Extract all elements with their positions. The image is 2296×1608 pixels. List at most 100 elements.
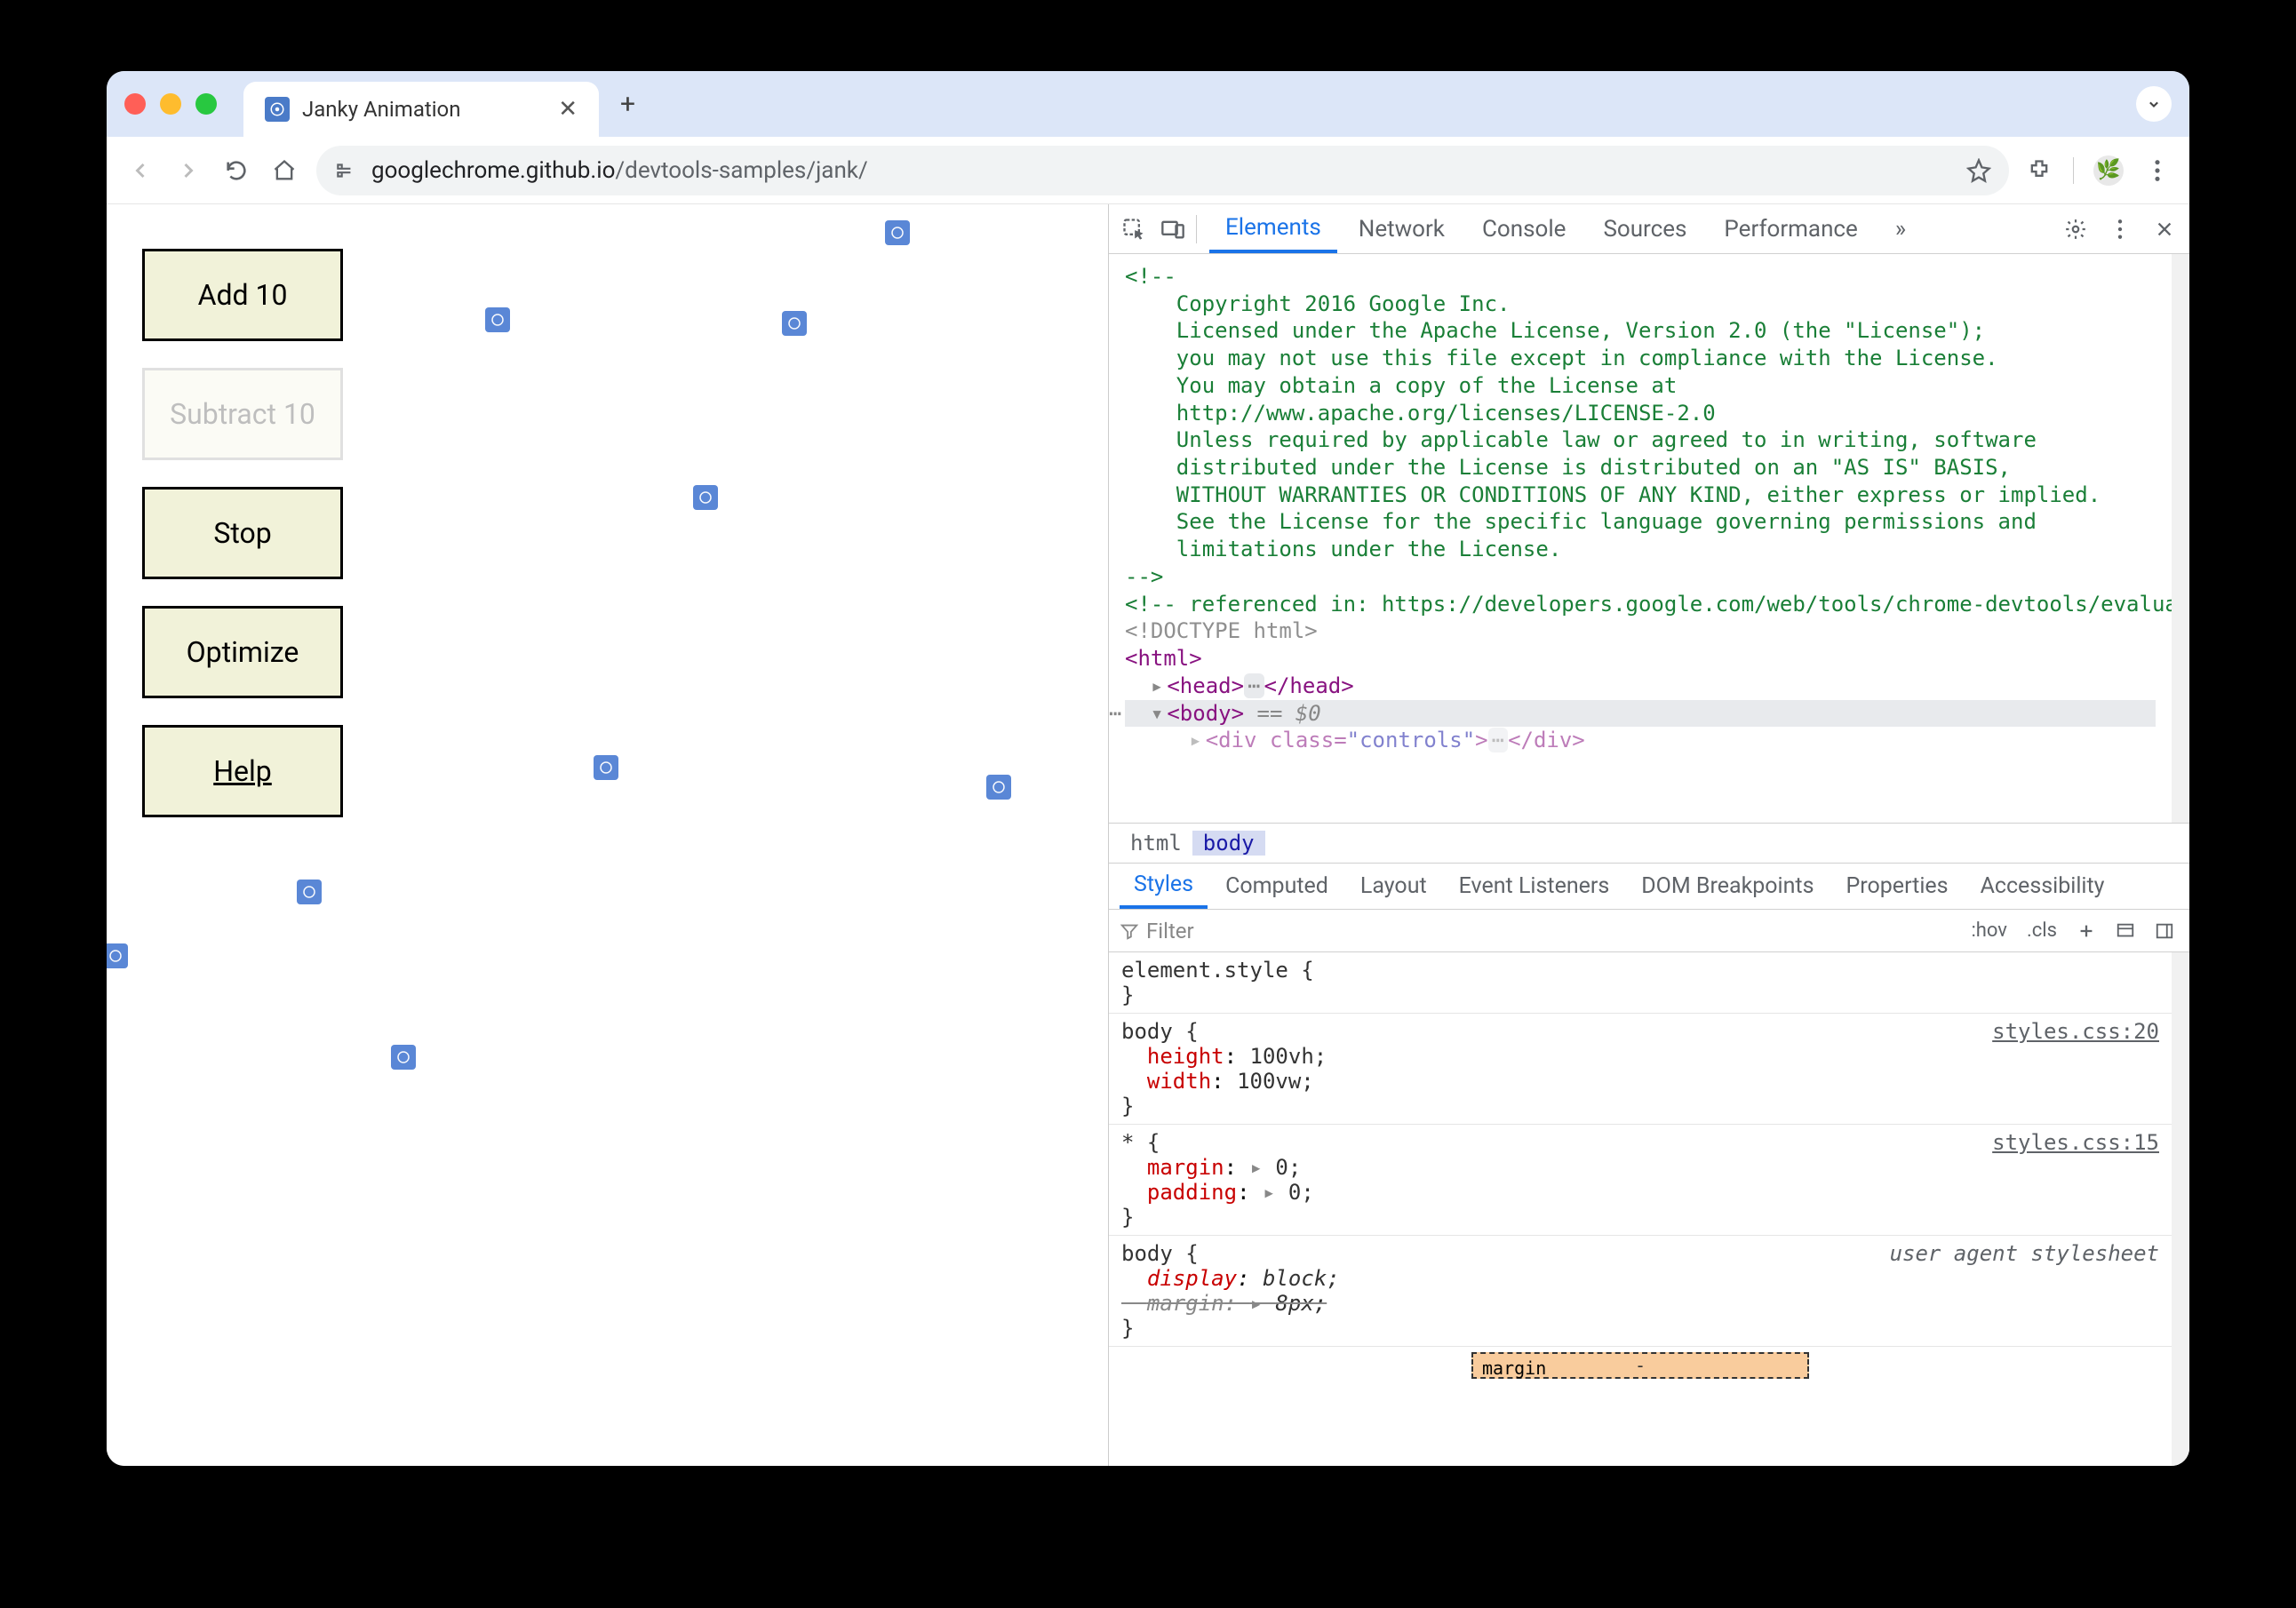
mover-sprite bbox=[485, 307, 510, 332]
titlebar: Janky Animation ✕ + bbox=[107, 71, 2189, 137]
new-tab-button[interactable]: + bbox=[620, 89, 635, 120]
devtools-tab-elements[interactable]: Elements bbox=[1209, 204, 1337, 253]
elements-breadcrumb: html body bbox=[1109, 823, 2189, 864]
reload-button[interactable] bbox=[220, 155, 252, 187]
subtab-layout[interactable]: Layout bbox=[1346, 864, 1441, 909]
cls-toggle[interactable]: .cls bbox=[2022, 919, 2061, 943]
computed-sidebar-icon[interactable] bbox=[2111, 917, 2140, 945]
filter-placeholder: Filter bbox=[1146, 919, 1194, 943]
window-controls bbox=[124, 93, 217, 115]
help-button[interactable]: Help bbox=[142, 725, 343, 817]
tabs-dropdown-button[interactable] bbox=[2136, 86, 2172, 122]
devtools-tab-sources[interactable]: Sources bbox=[1587, 204, 1702, 253]
mover-sprite bbox=[107, 943, 128, 968]
subtab-styles[interactable]: Styles bbox=[1120, 864, 1208, 909]
maximize-window-button[interactable] bbox=[195, 93, 217, 115]
elements-tree[interactable]: <!-- Copyright 2016 Google Inc. Licensed… bbox=[1109, 254, 2172, 823]
dom-comment: You may obtain a copy of the License at bbox=[1125, 372, 2156, 400]
dom-comment: Copyright 2016 Google Inc. bbox=[1125, 291, 2156, 318]
mover-sprite bbox=[885, 220, 910, 245]
ua-stylesheet-label: user agent stylesheet bbox=[1890, 1241, 2159, 1266]
devtools-tab-network[interactable]: Network bbox=[1343, 204, 1461, 253]
mover-sprite bbox=[986, 775, 1011, 800]
rule-element-style[interactable]: element.style { } bbox=[1109, 952, 2172, 1014]
dom-html-tag[interactable]: <html> bbox=[1125, 645, 2156, 673]
toolbar-right: 🌿 bbox=[2025, 155, 2172, 186]
styles-pane[interactable]: element.style { } styles.css:20 body { h… bbox=[1109, 952, 2172, 1466]
browser-window: Janky Animation ✕ + googlechrome.github.… bbox=[107, 71, 2189, 1466]
address-bar: googlechrome.github.io/devtools-samples/… bbox=[107, 137, 2189, 204]
tab-favicon bbox=[265, 97, 290, 122]
source-link[interactable]: styles.css:15 bbox=[1992, 1130, 2159, 1155]
rule-body-stylesheet[interactable]: styles.css:20 body { height: 100vh; widt… bbox=[1109, 1014, 2172, 1125]
dom-comment: distributed under the License is distrib… bbox=[1125, 454, 2156, 482]
url-input[interactable]: googlechrome.github.io/devtools-samples/… bbox=[316, 146, 2009, 195]
extensions-icon[interactable] bbox=[2025, 156, 2053, 185]
subtab-properties[interactable]: Properties bbox=[1832, 864, 1963, 909]
tab-title: Janky Animation bbox=[302, 97, 546, 122]
devtools-menu-icon[interactable] bbox=[2106, 215, 2134, 243]
styles-filter-bar: Filter :hov .cls bbox=[1109, 910, 2189, 952]
subtract-10-button[interactable]: Subtract 10 bbox=[142, 368, 343, 460]
rule-universal[interactable]: styles.css:15 * { margin: ▸ 0; padding: … bbox=[1109, 1125, 2172, 1236]
box-model-margin-label: margin bbox=[1482, 1357, 1546, 1379]
box-model-margin-top: - bbox=[1635, 1355, 1646, 1376]
filter-icon bbox=[1120, 921, 1139, 941]
browser-menu-icon[interactable] bbox=[2143, 156, 2172, 185]
dom-comment: limitations under the License. bbox=[1125, 536, 2156, 563]
new-style-rule-icon[interactable] bbox=[2072, 917, 2101, 945]
rule-user-agent-body[interactable]: user agent stylesheet body { display: bl… bbox=[1109, 1236, 2172, 1347]
subtab-accessibility[interactable]: Accessibility bbox=[1966, 864, 2119, 909]
dom-comment: you may not use this file except in comp… bbox=[1125, 345, 2156, 372]
mover-sprite bbox=[693, 485, 718, 510]
home-button[interactable] bbox=[268, 155, 300, 187]
toggle-sidebar-icon[interactable] bbox=[2150, 917, 2179, 945]
breadcrumb-body[interactable]: body bbox=[1192, 831, 1265, 856]
mover-sprite bbox=[297, 880, 322, 904]
dom-comment: WITHOUT WARRANTIES OR CONDITIONS OF ANY … bbox=[1125, 482, 2156, 509]
minimize-window-button[interactable] bbox=[160, 93, 181, 115]
browser-tab[interactable]: Janky Animation ✕ bbox=[243, 82, 599, 137]
breadcrumb-html[interactable]: html bbox=[1120, 831, 1192, 856]
content-area: Add 10 Subtract 10 Stop Optimize Help bbox=[107, 204, 2189, 1466]
inspect-element-icon[interactable] bbox=[1120, 215, 1148, 243]
dom-comment: Unless required by applicable law or agr… bbox=[1125, 426, 2156, 454]
page-controls: Add 10 Subtract 10 Stop Optimize Help bbox=[142, 249, 343, 817]
subtab-event-listeners[interactable]: Event Listeners bbox=[1445, 864, 1624, 909]
back-button[interactable] bbox=[124, 155, 156, 187]
hov-toggle[interactable]: :hov bbox=[1966, 919, 2012, 943]
devtools-tab-performance[interactable]: Performance bbox=[1708, 204, 1873, 253]
elements-scrollbar[interactable] bbox=[2172, 254, 2189, 823]
stop-button[interactable]: Stop bbox=[142, 487, 343, 579]
devtools-settings-icon[interactable] bbox=[2061, 215, 2090, 243]
webpage-viewport: Add 10 Subtract 10 Stop Optimize Help bbox=[107, 204, 1109, 1466]
optimize-button[interactable]: Optimize bbox=[142, 606, 343, 698]
subtab-computed[interactable]: Computed bbox=[1211, 864, 1343, 909]
subtab-dom-breakpoints[interactable]: DOM Breakpoints bbox=[1627, 864, 1828, 909]
forward-button[interactable] bbox=[172, 155, 204, 187]
dom-comment: Licensed under the Apache License, Versi… bbox=[1125, 317, 2156, 345]
close-window-button[interactable] bbox=[124, 93, 146, 115]
bookmark-star-icon[interactable] bbox=[1966, 158, 1991, 183]
dom-child-div[interactable]: ▸<div class="controls">⋯</div> bbox=[1125, 727, 2156, 754]
dom-head-tag[interactable]: ▸<head>⋯</head> bbox=[1125, 673, 2156, 700]
devtools-close-icon[interactable] bbox=[2150, 215, 2179, 243]
dom-body-tag-selected[interactable]: ⋯ ▾<body> == $0 bbox=[1125, 700, 2156, 728]
styles-filter-input[interactable]: Filter bbox=[1120, 919, 1956, 943]
box-model[interactable]: margin - bbox=[1109, 1347, 2172, 1379]
tab-close-icon[interactable]: ✕ bbox=[558, 96, 578, 123]
dom-comment: See the License for the specific languag… bbox=[1125, 508, 2156, 536]
source-link[interactable]: styles.css:20 bbox=[1992, 1019, 2159, 1044]
site-settings-icon[interactable] bbox=[334, 159, 357, 182]
dom-comment: <!-- referenced in: https://developers.g… bbox=[1125, 591, 2156, 618]
url-text: googlechrome.github.io/devtools-samples/… bbox=[371, 157, 868, 184]
profile-avatar[interactable]: 🌿 bbox=[2093, 155, 2124, 186]
styles-subtabs: Styles Computed Layout Event Listeners D… bbox=[1109, 864, 2189, 910]
add-10-button[interactable]: Add 10 bbox=[142, 249, 343, 341]
devtools-tabs-overflow[interactable]: » bbox=[1879, 204, 1922, 253]
mover-sprite bbox=[391, 1045, 416, 1070]
devtools-tab-console[interactable]: Console bbox=[1466, 204, 1582, 253]
styles-scrollbar[interactable] bbox=[2172, 952, 2189, 1466]
dom-doctype: <!DOCTYPE html> bbox=[1125, 617, 2156, 645]
device-toolbar-icon[interactable] bbox=[1159, 215, 1187, 243]
